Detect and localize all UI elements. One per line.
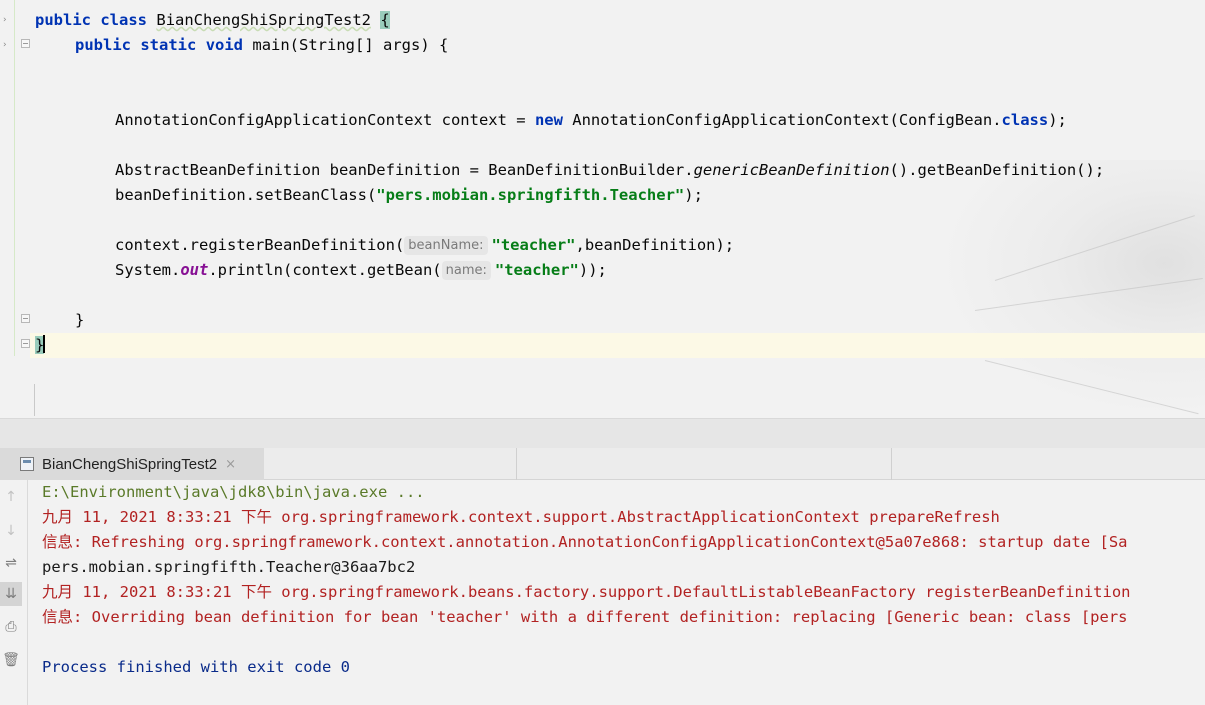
- class-name: BianChengShiSpringTest2: [156, 11, 371, 29]
- code-line-class-declaration[interactable]: public class BianChengShiSpringTest2 {: [35, 8, 390, 33]
- run-toolbar: ↑ ↓ ⇌ ⇊ ⎙ 🗑: [0, 480, 28, 705]
- fold-toggle-icon[interactable]: [21, 314, 30, 323]
- parameter-hint: name:: [441, 261, 491, 280]
- keyword: void: [205, 36, 244, 54]
- code-line-bean-definition[interactable]: AbstractBeanDefinition beanDefinition = …: [115, 158, 1104, 183]
- keyword: public: [75, 36, 131, 54]
- run-tab-bar: BianChengShiSpringTest2 ×: [0, 448, 1205, 480]
- code-text: );: [1048, 111, 1067, 129]
- code-text: AnnotationConfigApplicationContext conte…: [115, 111, 535, 129]
- code-line-println[interactable]: System.out.println(context.getBean(name:…: [115, 258, 607, 283]
- application-icon: [20, 457, 34, 471]
- console-line: E:\Environment\java\jdk8\bin\java.exe ..…: [42, 483, 425, 501]
- string-literal: "teacher": [491, 236, 576, 254]
- code-text: ().getBeanDefinition();: [889, 161, 1105, 179]
- arrow-up-icon[interactable]: ↑: [0, 485, 22, 509]
- code-line-set-bean-class[interactable]: beanDefinition.setBeanClass("pers.mobian…: [115, 183, 703, 208]
- tab-divider: [891, 448, 892, 480]
- editor-gutter[interactable]: › ›: [0, 0, 30, 418]
- matched-brace: {: [380, 11, 390, 29]
- arrow-down-icon[interactable]: ↓: [0, 519, 22, 543]
- code-line-method-close[interactable]: }: [75, 308, 84, 333]
- keyword: static: [140, 36, 197, 54]
- code-editor[interactable]: › › public class BianChengShiSpringTest2…: [0, 0, 1205, 418]
- trash-icon[interactable]: 🗑: [0, 648, 22, 672]
- run-tab-label: BianChengShiSpringTest2: [42, 455, 218, 473]
- scroll-to-end-icon[interactable]: ⇊: [0, 582, 22, 606]
- close-icon[interactable]: ×: [225, 457, 236, 472]
- parameter-hint: beanName:: [404, 236, 488, 255]
- gutter-mark: ›: [2, 15, 8, 25]
- print-icon[interactable]: ⎙: [0, 615, 22, 639]
- fold-toggle-icon[interactable]: [21, 39, 30, 48]
- console-line: pers.mobian.springfifth.Teacher@36aa7bc2: [42, 558, 416, 576]
- soft-wrap-icon[interactable]: ⇌: [0, 551, 22, 575]
- keyword: class: [100, 11, 148, 29]
- closing-brace: }: [75, 311, 85, 329]
- code-text: context.registerBeanDefinition(: [115, 236, 405, 254]
- code-text: .println(context.getBean(: [208, 261, 442, 279]
- code-text: AbstractBeanDefinition beanDefinition = …: [115, 161, 694, 179]
- gutter-mark: ›: [2, 40, 8, 50]
- code-text: System.: [115, 261, 181, 279]
- static-method: genericBeanDefinition: [693, 161, 890, 179]
- keyword: public: [35, 11, 91, 29]
- method-signature: main(String[] args) {: [252, 36, 449, 54]
- code-line-class-close[interactable]: }: [35, 333, 46, 358]
- background-cat-image: [935, 160, 1205, 418]
- text-caret: [43, 335, 46, 353]
- keyword: class: [1001, 111, 1049, 129]
- fold-toggle-icon[interactable]: [21, 339, 30, 348]
- code-line-context[interactable]: AnnotationConfigApplicationContext conte…: [115, 108, 1067, 133]
- current-line-highlight: [30, 333, 1205, 358]
- code-text: ,beanDefinition);: [575, 236, 735, 254]
- code-text: AnnotationConfigApplicationContext(Confi…: [562, 111, 1002, 129]
- code-text: );: [684, 186, 703, 204]
- string-literal: "teacher": [494, 261, 579, 279]
- console-line: Process finished with exit code 0: [42, 658, 350, 676]
- string-literal: "pers.mobian.springfifth.Teacher": [376, 186, 685, 204]
- code-line-register-bean[interactable]: context.registerBeanDefinition(beanName:…: [115, 233, 734, 258]
- console-line: 九月 11, 2021 8:33:21 下午 org.springframewo…: [42, 508, 1000, 526]
- code-text: beanDefinition.setBeanClass(: [115, 186, 377, 204]
- tab-divider: [516, 448, 517, 480]
- code-text: ));: [578, 261, 607, 279]
- gutter-change-marker: [14, 0, 15, 356]
- indent-guide: [34, 384, 35, 416]
- console-line: 信息: Overriding bean definition for bean …: [42, 608, 1128, 626]
- static-field: out: [180, 261, 209, 279]
- code-line-main-method[interactable]: public static void main(String[] args) {: [75, 33, 448, 58]
- panel-splitter[interactable]: [0, 418, 1205, 448]
- run-tab[interactable]: BianChengShiSpringTest2 ×: [0, 448, 264, 480]
- console-output[interactable]: E:\Environment\java\jdk8\bin\java.exe ..…: [29, 480, 1205, 705]
- console-line: 信息: Refreshing org.springframework.conte…: [42, 533, 1128, 551]
- console-line: 九月 11, 2021 8:33:21 下午 org.springframewo…: [42, 583, 1131, 601]
- keyword: new: [534, 111, 563, 129]
